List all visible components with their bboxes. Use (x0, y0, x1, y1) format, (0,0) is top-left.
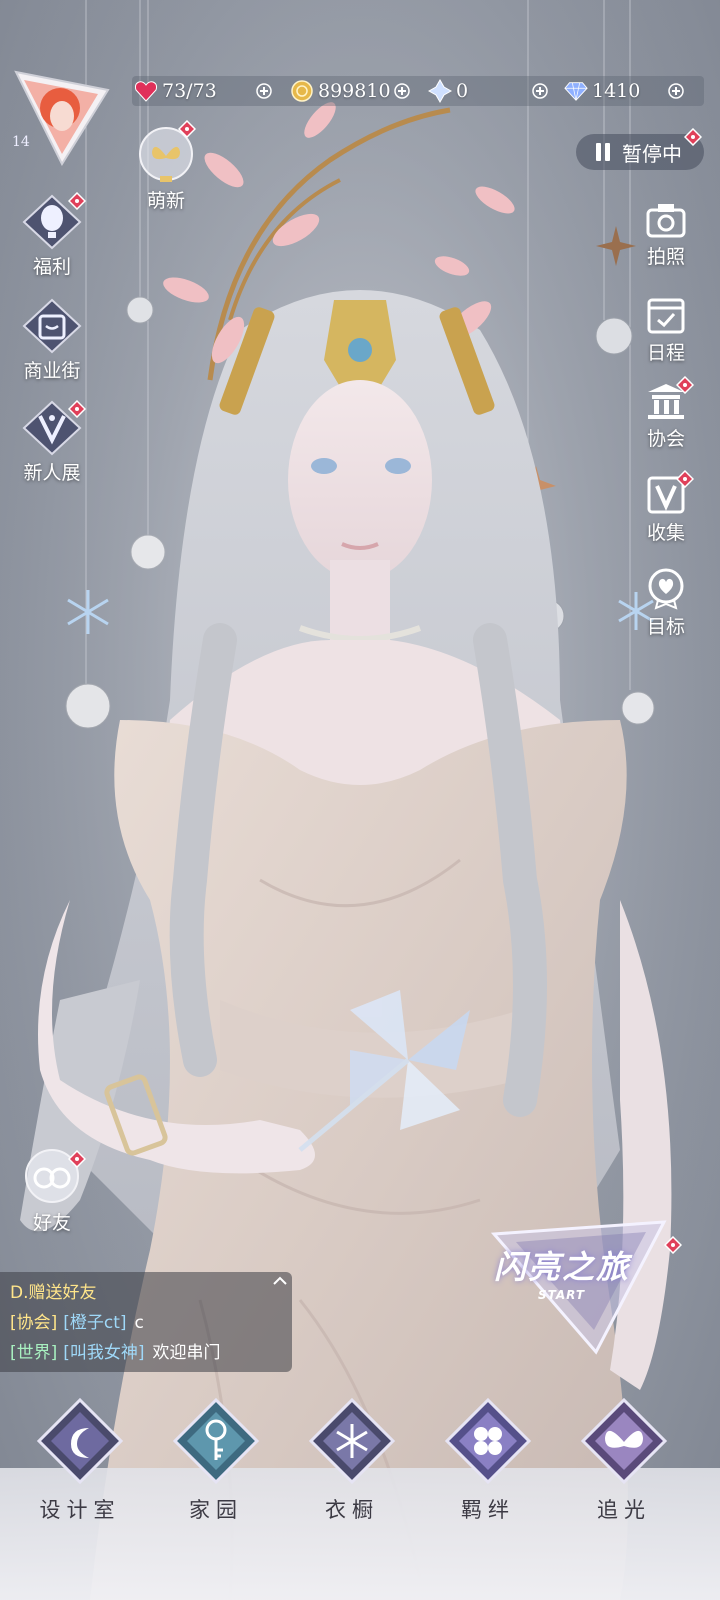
calendar-icon (647, 298, 685, 334)
clover-icon (444, 1397, 532, 1485)
stamina-icon (134, 79, 158, 103)
nav-design-studio[interactable]: 设计室 (20, 1397, 140, 1524)
chat-text: 欢迎串门 (152, 1343, 221, 1363)
snowflake-icon (308, 1397, 396, 1485)
nav-label: 衣橱 (325, 1498, 379, 1522)
chat-message: [世界] [叫我女神] 欢迎串门 (10, 1338, 221, 1363)
chat-channel-tag: [协会] (10, 1313, 58, 1333)
photo-button[interactable]: 拍照 (626, 200, 706, 269)
chat-message: [协会] [橙子ct] c (10, 1308, 144, 1333)
photo-label: 拍照 (646, 246, 685, 268)
nav-label: 家园 (189, 1498, 243, 1522)
stamina-value: 73/73 (162, 80, 217, 102)
guild-button[interactable]: 协会 (626, 380, 706, 451)
new-exhibition-label: 新人展 (23, 462, 81, 484)
key-icon (172, 1397, 260, 1485)
nav-chase-light[interactable]: 追光 (564, 1397, 684, 1524)
camera-icon (646, 204, 686, 238)
add-diamond-icon[interactable] (668, 83, 684, 99)
gold-coin-icon (290, 79, 314, 103)
chat-text: c (134, 1313, 144, 1333)
chat-panel[interactable]: D.赠送好友 [协会] [橙子ct] c [世界] [叫我女神] 欢迎串门 (0, 1272, 292, 1372)
notification-badge (68, 400, 86, 418)
diamond-display: 1410 (564, 76, 640, 106)
add-stamina-icon[interactable] (256, 83, 272, 99)
chat-username[interactable]: [橙子ct] (63, 1313, 126, 1333)
pause-icon (596, 143, 610, 161)
nav-bonds[interactable]: 羁绊 (428, 1397, 548, 1524)
nav-wardrobe[interactable]: 衣橱 (292, 1397, 412, 1524)
crystal-value: 0 (456, 80, 469, 102)
welfare-label: 福利 (32, 256, 71, 278)
crystal-icon (428, 79, 452, 103)
nav-label: 羁绊 (461, 1498, 515, 1522)
goal-label: 目标 (646, 616, 685, 638)
notification-badge (178, 120, 196, 138)
shopping-street-button[interactable]: 商业街 (12, 298, 92, 383)
journey-title: 闪亮之旅 (494, 1248, 631, 1286)
nav-label: 追光 (597, 1498, 651, 1522)
player-level: 14 (12, 134, 30, 150)
shopping-bag-icon (22, 298, 82, 354)
chat-channel-tag: [世界] (10, 1343, 58, 1363)
moon-icon (36, 1397, 124, 1485)
guild-label: 协会 (646, 428, 685, 450)
newbie-label: 萌新 (146, 190, 185, 212)
schedule-button[interactable]: 日程 (626, 294, 706, 365)
collection-button[interactable]: 收集 (626, 474, 706, 545)
stamina-display: 73/73 (134, 76, 217, 106)
collapse-chat-icon[interactable] (272, 1276, 288, 1286)
pause-label: 暂停中 (622, 141, 682, 166)
butterfly-wing-icon (580, 1397, 668, 1485)
friends-label: 好友 (32, 1212, 71, 1234)
schedule-label: 日程 (646, 342, 685, 364)
journey-subtitle: START (538, 1288, 586, 1302)
shining-journey-button[interactable]: 闪亮之旅 START (486, 1212, 672, 1362)
chat-username[interactable]: [叫我女神] (63, 1343, 144, 1363)
add-crystal-icon[interactable] (532, 83, 548, 99)
gold-display: 899810 (290, 76, 391, 106)
crystal-display: 0 (428, 76, 468, 106)
shopping-street-label: 商业街 (23, 360, 81, 382)
nav-label: 设计室 (39, 1498, 121, 1522)
notification-badge (676, 376, 694, 394)
add-gold-icon[interactable] (394, 83, 410, 99)
collection-label: 收集 (646, 522, 685, 544)
gold-value: 899810 (318, 80, 391, 102)
goal-icon (648, 568, 684, 610)
notification-badge (684, 128, 702, 146)
notification-badge (664, 1236, 682, 1254)
notification-badge (68, 1150, 86, 1168)
player-avatar[interactable] (12, 68, 110, 167)
notification-badge (68, 192, 86, 210)
diamond-value: 1410 (592, 80, 641, 102)
goal-button[interactable]: 目标 (626, 566, 706, 639)
nav-home[interactable]: 家园 (156, 1397, 276, 1524)
notification-badge (676, 470, 694, 488)
diamond-icon (564, 79, 588, 103)
chat-message: D.赠送好友 (10, 1283, 97, 1303)
